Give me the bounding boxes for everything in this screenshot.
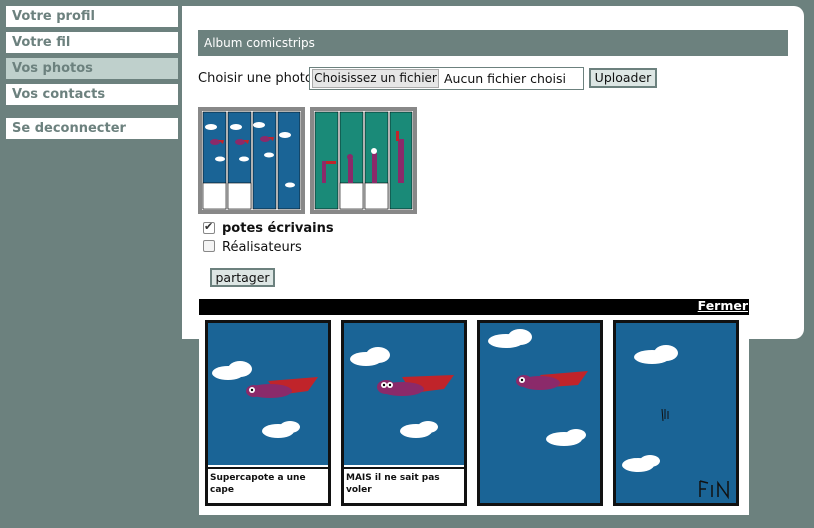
group-label: potes écrivains bbox=[222, 221, 334, 236]
comic-thumbnail-image bbox=[314, 111, 413, 210]
choose-photo-label: Choisir une photo bbox=[198, 71, 313, 86]
comic-panel-image bbox=[344, 323, 464, 465]
album-title: Album comicstrips bbox=[198, 30, 788, 56]
nav-item-photos[interactable]: Vos photos bbox=[6, 58, 178, 79]
photo-thumbnail[interactable] bbox=[310, 107, 417, 214]
comic-panel-image bbox=[208, 323, 328, 465]
panel-caption: Supercapote a une cape bbox=[208, 467, 328, 506]
comic-viewer: Fermer Supercapote a une cape MAIS il ne… bbox=[199, 298, 749, 515]
close-link[interactable]: Fermer bbox=[698, 298, 748, 313]
comic-panel-image bbox=[616, 323, 736, 503]
upload-button[interactable]: Uploader bbox=[589, 68, 657, 88]
photo-thumbnail[interactable] bbox=[198, 107, 305, 214]
viewer-toolbar: Fermer bbox=[199, 298, 749, 315]
comic-thumbnail-image bbox=[202, 111, 301, 210]
comic-panel: Supercapote a une cape bbox=[205, 320, 331, 506]
nav-item-profile[interactable]: Votre profil bbox=[6, 6, 178, 27]
group-checkbox-realisateurs[interactable] bbox=[203, 240, 215, 252]
nav-item-contacts[interactable]: Vos contacts bbox=[6, 84, 178, 105]
file-input[interactable]: Choisissez un fichier Aucun fichier choi… bbox=[309, 67, 584, 90]
panel-caption: MAIS il ne sait pas voler bbox=[344, 467, 464, 506]
comic-panel: MAIS il ne sait pas voler bbox=[341, 320, 467, 506]
comic-panel bbox=[477, 320, 603, 506]
logout-link[interactable]: Se deconnecter bbox=[6, 118, 178, 139]
share-button[interactable]: partager bbox=[210, 268, 275, 287]
group-checkbox-potes-ecrivains[interactable] bbox=[203, 220, 215, 234]
choose-file-button[interactable]: Choisissez un fichier bbox=[312, 69, 439, 88]
group-label: Réalisateurs bbox=[222, 240, 302, 255]
file-status: Aucun fichier choisi bbox=[444, 71, 567, 86]
comic-panel bbox=[613, 320, 739, 506]
nav-item-feed[interactable]: Votre fil bbox=[6, 32, 178, 53]
comic-panel-image bbox=[480, 323, 600, 503]
